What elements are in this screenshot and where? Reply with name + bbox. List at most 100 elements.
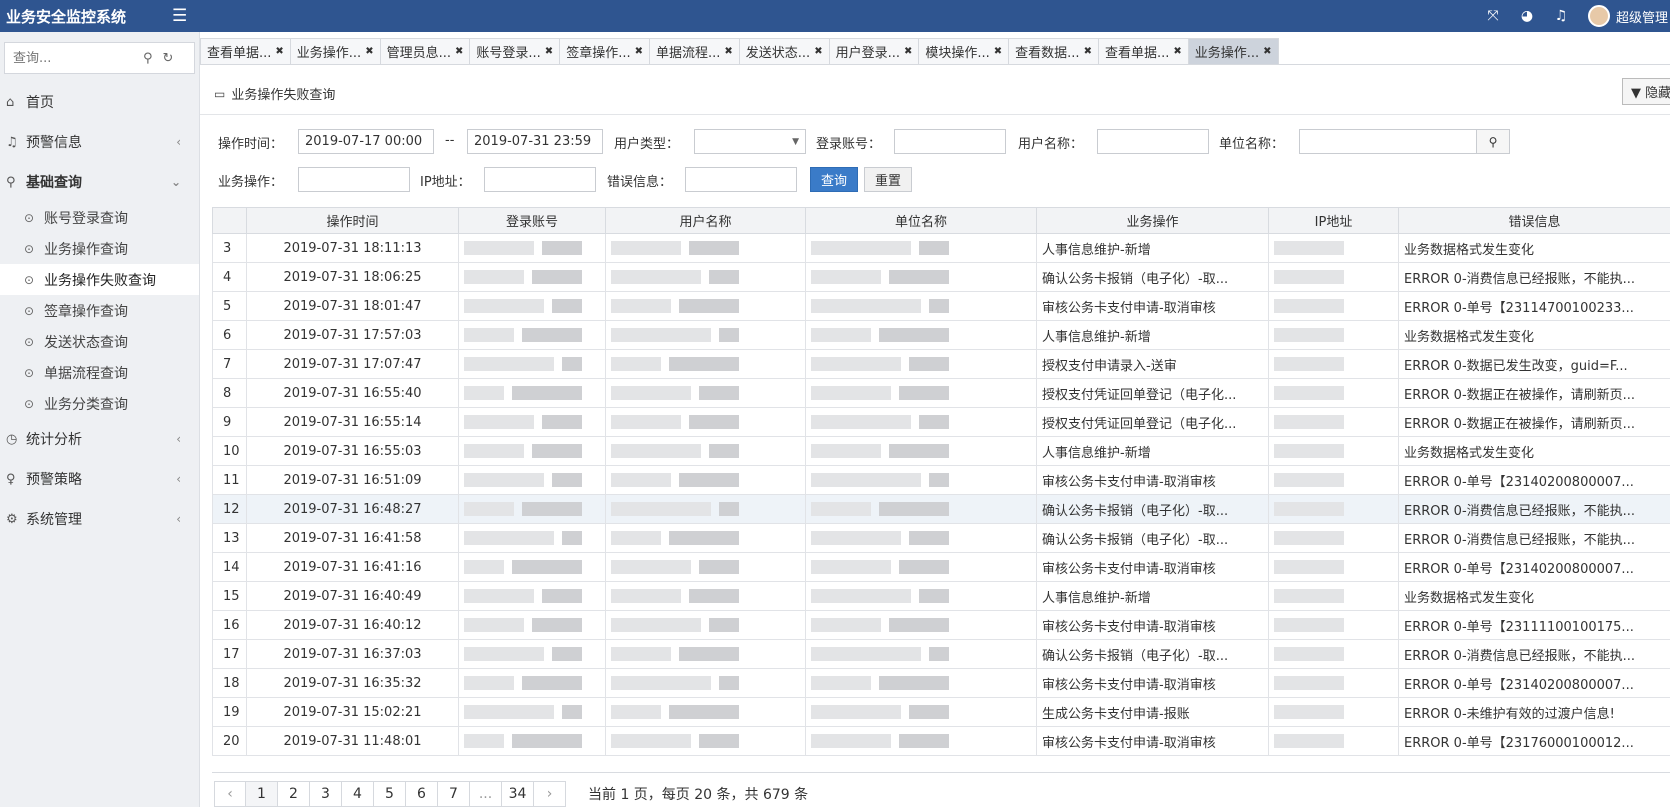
page-button-2[interactable]: 2 [278, 781, 310, 807]
col-time-header[interactable]: 操作时间 [246, 207, 459, 234]
col-error-header[interactable]: 错误信息 [1398, 207, 1670, 234]
tab-item-active[interactable]: 业务操作... ✖ [1188, 38, 1279, 65]
submenu-item-login-query[interactable]: ⊙ 账号登录查询 [0, 202, 199, 233]
ip-input[interactable] [484, 167, 596, 192]
biz-op-input[interactable] [298, 167, 410, 192]
page-button-6[interactable]: 6 [406, 781, 438, 807]
user-type-select[interactable]: ▼ [694, 129, 806, 154]
login-account-input[interactable] [894, 129, 1006, 154]
table-row[interactable]: 3 2019-07-31 18:11:13 人事信息维护-新增 业务数据格式发生变化 [212, 233, 1670, 263]
close-icon[interactable]: ✖ [1173, 46, 1181, 57]
table-row[interactable]: 10 2019-07-31 16:55:03 人事信息维护-新增 业务数据格式发生变化 [212, 436, 1670, 466]
hamburger-icon[interactable]: ☰ [172, 6, 187, 26]
tab-item[interactable]: 发送状态... ✖ [739, 38, 830, 65]
table-row[interactable]: 19 2019-07-31 15:02:21 生成公务卡支付申请-报账 ERROR 0… [212, 697, 1670, 727]
table-row[interactable]: 12 2019-07-31 16:48:27 确认公务卡报销（电子化）-取... ER… [212, 494, 1670, 524]
unit-search-button[interactable]: ⚲ [1476, 129, 1510, 154]
table-row[interactable]: 9 2019-07-31 16:55:14 授权支付凭证回单登记（电子化... ERR… [212, 407, 1670, 437]
col-ip-header[interactable]: IP地址 [1268, 207, 1399, 234]
close-icon[interactable]: ✖ [724, 46, 732, 57]
fullscreen-icon[interactable]: ⤧ [1476, 8, 1510, 24]
unit-name-input[interactable] [1299, 129, 1477, 154]
table-row[interactable]: 15 2019-07-31 16:40:49 人事信息维护-新增 业务数据格式发生变化 [212, 581, 1670, 611]
tab-item[interactable]: 查看单据... ✖ [200, 38, 291, 65]
user-name[interactable]: 超级管理 [1616, 7, 1668, 26]
close-icon[interactable]: ✖ [635, 46, 643, 57]
sidebar-item-strategy[interactable]: ♀ 预警策略 ‹ [0, 459, 199, 499]
query-button[interactable]: 查询 [810, 167, 859, 192]
submenu-item-send-query[interactable]: ⊙ 发送状态查询 [0, 326, 199, 357]
table-row[interactable]: 14 2019-07-31 16:41:16 审核公务卡支付申请-取消审核 ERROR… [212, 552, 1670, 582]
submenu-item-op-query[interactable]: ⊙ 业务操作查询 [0, 233, 199, 264]
tab-item[interactable]: 查看数据... ✖ [1009, 38, 1099, 65]
close-icon[interactable]: ✖ [904, 46, 912, 57]
submenu-item-flow-query[interactable]: ⊙ 单据流程查询 [0, 357, 199, 388]
error-input[interactable] [685, 167, 797, 192]
search-icon[interactable]: ⚲ [143, 51, 153, 66]
table-row[interactable]: 6 2019-07-31 17:57:03 人事信息维护-新增 业务数据格式发生变化 [212, 320, 1670, 350]
sidebar-item-system[interactable]: ⚙ 系统管理 ‹ [0, 499, 199, 539]
reset-button[interactable]: 重置 [864, 167, 913, 192]
close-icon[interactable]: ✖ [814, 46, 822, 57]
table-row[interactable]: 17 2019-07-31 16:37:03 确认公务卡报销（电子化）-取... ER… [212, 639, 1670, 669]
page-button-5[interactable]: 5 [374, 781, 406, 807]
sidebar-item-alerts[interactable]: ♫ 预警信息 ‹ [0, 122, 199, 162]
col-index-header[interactable] [212, 207, 247, 234]
close-icon[interactable]: ✖ [275, 46, 283, 57]
close-icon[interactable]: ✖ [1263, 46, 1271, 57]
tab-item[interactable]: 账号登录... ✖ [470, 38, 561, 65]
row-username-masked [605, 465, 806, 495]
table-row[interactable]: 11 2019-07-31 16:51:09 审核公务卡支付申请-取消审核 ERROR… [212, 465, 1670, 495]
tab-item[interactable]: 单据流程... ✖ [649, 38, 740, 65]
row-error: 业务数据格式发生变化 [1398, 436, 1670, 466]
col-username-header[interactable]: 用户名称 [605, 207, 806, 234]
col-op-header[interactable]: 业务操作 [1036, 207, 1269, 234]
col-unit-header[interactable]: 单位名称 [805, 207, 1037, 234]
table-row[interactable]: 5 2019-07-31 18:01:47 审核公务卡支付申请-取消审核 ERROR … [212, 291, 1670, 321]
page-button-4[interactable]: 4 [342, 781, 374, 807]
tab-item[interactable]: 签章操作... ✖ [560, 38, 650, 65]
start-time-input[interactable]: 2019-07-17 00:00 [298, 129, 434, 154]
tab-item[interactable]: 用户登录... ✖ [829, 38, 920, 65]
row-index: 14 [212, 552, 247, 582]
page-button-1[interactable]: 1 [246, 781, 278, 807]
sidebar-item-home[interactable]: ⌂ 首页 [0, 82, 199, 122]
submenu-item-sign-query[interactable]: ⊙ 签章操作查询 [0, 295, 199, 326]
hide-filter-button[interactable]: ▼ 隐藏 [1622, 78, 1670, 105]
page-button-7[interactable]: 7 [438, 781, 470, 807]
close-icon[interactable]: ✖ [994, 46, 1002, 57]
masked-value [699, 560, 739, 574]
close-icon[interactable]: ✖ [455, 46, 463, 57]
table-row[interactable]: 16 2019-07-31 16:40:12 审核公务卡支付申请-取消审核 ERROR… [212, 610, 1670, 640]
next-page-button[interactable]: › [534, 781, 566, 807]
table-row[interactable]: 18 2019-07-31 16:35:32 审核公务卡支付申请-取消审核 ERROR… [212, 668, 1670, 698]
page-button-3[interactable]: 3 [310, 781, 342, 807]
table-row[interactable]: 8 2019-07-31 16:55:40 授权支付凭证回单登记（电子化... ERR… [212, 378, 1670, 408]
tab-item[interactable]: 查看单据... ✖ [1098, 38, 1189, 65]
close-icon[interactable]: ✖ [545, 46, 553, 57]
tab-item[interactable]: 模块操作... ✖ [919, 38, 1010, 65]
sidebar-item-stats[interactable]: ◷ 统计分析 ‹ [0, 419, 199, 459]
table-row[interactable]: 20 2019-07-31 11:48:01 审核公务卡支付申请-取消审核 ERROR… [212, 726, 1670, 756]
close-icon[interactable]: ✖ [1084, 46, 1092, 57]
sidebar-item-basic-query[interactable]: ⚲ 基础查询 ⌄ [0, 162, 199, 202]
refresh-icon[interactable]: ↻ [163, 51, 174, 66]
submenu-item-op-fail-query[interactable]: ⊙ 业务操作失败查询 [0, 264, 199, 295]
dashboard-icon[interactable]: ◕ [1510, 8, 1544, 24]
close-icon[interactable]: ✖ [365, 46, 373, 57]
avatar[interactable] [1587, 5, 1610, 27]
table-row[interactable]: 7 2019-07-31 17:07:47 授权支付申请录入-送审 ERROR 0-数… [212, 349, 1670, 379]
user-name-input[interactable] [1097, 129, 1209, 154]
page-button-last[interactable]: 34 [502, 781, 534, 807]
table-row[interactable]: 4 2019-07-31 18:06:25 确认公务卡报销（电子化）-取... ERR… [212, 262, 1670, 292]
masked-value [899, 386, 949, 400]
end-time-input[interactable]: 2019-07-31 23:59 [467, 129, 603, 154]
sidebar-search-input[interactable] [13, 50, 133, 66]
tab-item[interactable]: 业务操作... ✖ [290, 38, 381, 65]
col-account-header[interactable]: 登录账号 [458, 207, 606, 234]
tab-item[interactable]: 管理员息... ✖ [380, 38, 471, 65]
prev-page-button[interactable]: ‹ [214, 781, 246, 807]
bell-icon[interactable]: ♫ [1544, 8, 1578, 24]
table-row[interactable]: 13 2019-07-31 16:41:58 确认公务卡报销（电子化）-取... ER… [212, 523, 1670, 553]
submenu-item-category-query[interactable]: ⊙ 业务分类查询 [0, 388, 199, 419]
